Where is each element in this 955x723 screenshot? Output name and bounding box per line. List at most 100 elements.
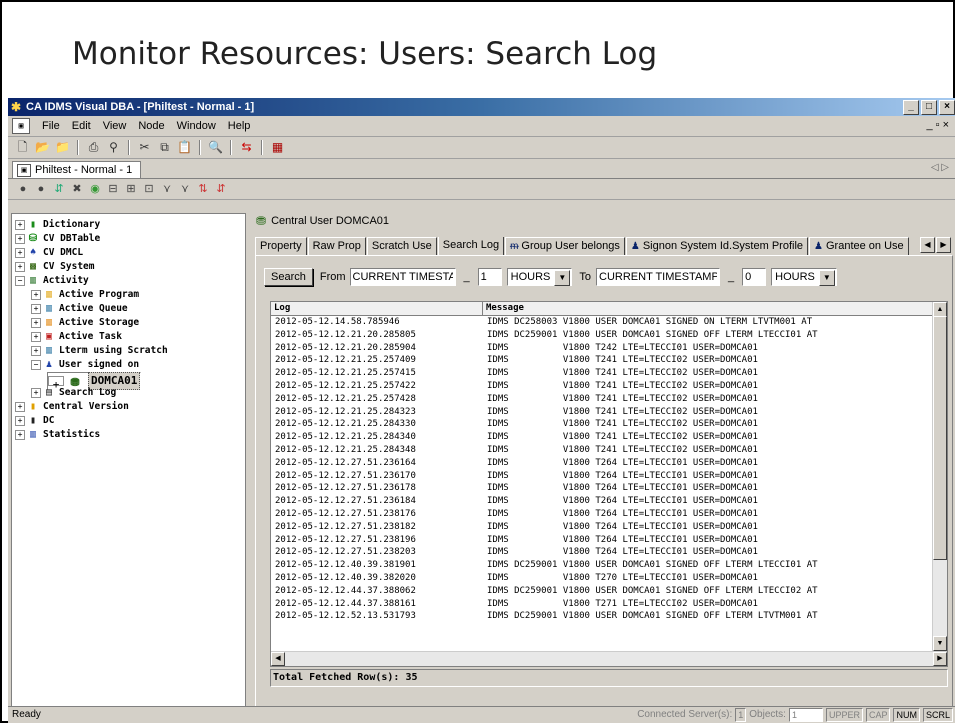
monitor-icon[interactable]: ◉ [88,182,102,196]
scroll-left-icon[interactable]: ◀ [271,652,285,666]
expand-toggle[interactable]: + [15,220,25,230]
tree-node-activity[interactable]: − ▥ Activity [15,274,89,288]
table-row[interactable]: 2012-05-12.12.40.39.382020 IDMS V1800 T27… [271,572,947,585]
table-row[interactable]: 2012-05-12.12.21.20.285805 IDMS DC259001 … [271,329,947,342]
table-row[interactable]: 2012-05-12.12.44.37.388161 IDMS V1800 T27… [271,598,947,611]
tab-scroll-arrows[interactable]: ◁ ▷ [931,162,949,173]
menu-view[interactable]: View [97,120,133,132]
horizontal-scrollbar[interactable]: ◀ ▶ [271,651,947,666]
refresh-icon[interactable]: ⇵ [52,182,66,196]
table-row[interactable]: 2012-05-12.12.21.25.257415 IDMS V1800 T24… [271,367,947,380]
tree-node-dc[interactable]: + ▮ DC [15,414,54,428]
grid-icon[interactable]: ▦ [269,139,286,156]
table-row[interactable]: 2012-05-12.12.27.51.236178 IDMS V1800 T26… [271,482,947,495]
dropdown-arrow-icon[interactable]: ▼ [554,270,571,286]
open-recent-icon[interactable]: 📁 [54,139,71,156]
menu-node[interactable]: Node [132,120,170,132]
table-row[interactable]: 2012-05-12.12.21.25.257409 IDMS V1800 T24… [271,354,947,367]
expand-toggle[interactable]: + [48,376,64,391]
table-row[interactable]: 2012-05-12.12.27.51.236170 IDMS V1800 T26… [271,470,947,483]
find-icon[interactable]: 🔍 [207,139,224,156]
copy-icon[interactable]: ⧉ [156,139,173,156]
table-row[interactable]: 2012-05-12.12.21.25.284323 IDMS V1800 T24… [271,406,947,419]
connect-icon[interactable]: ⇆ [238,139,255,156]
document-tab[interactable]: ▣ Philtest - Normal - 1 [12,161,142,178]
layout-icon[interactable]: ⊡ [142,182,156,196]
sort-desc-icon[interactable]: ⇵ [214,182,228,196]
tab-raw-prop[interactable]: Raw Prop [307,237,366,255]
expand-toggle[interactable]: + [31,290,41,300]
close-button[interactable]: × [939,100,955,115]
to-unit-select[interactable]: HOURS ▼ [771,268,837,286]
menu-file[interactable]: File [36,120,66,132]
from-quantity-input[interactable] [477,268,502,286]
collapse-toggle[interactable]: − [31,360,41,370]
dropdown-arrow-icon[interactable]: ▼ [818,270,835,286]
column-header-message[interactable]: Message [483,302,937,315]
split-vertical-icon[interactable]: ⊞ [124,182,138,196]
expand-toggle[interactable]: + [31,332,41,342]
back-icon[interactable]: ● [16,182,30,196]
table-row[interactable]: 2012-05-12.12.21.25.257428 IDMS V1800 T24… [271,393,947,406]
table-row[interactable]: 2012-05-12.12.44.37.388062 IDMS DC259001 … [271,585,947,598]
mdi-controls[interactable]: _ ▫ × [926,119,949,131]
menu-help[interactable]: Help [222,120,257,132]
expand-toggle[interactable]: + [31,304,41,314]
cut-icon[interactable]: ✂ [136,139,153,156]
scroll-right-icon[interactable]: ▶ [933,652,947,666]
tree-node-search-log[interactable]: + ▤ Search Log [31,386,116,400]
tree-node-statistics[interactable]: + ▥ Statistics [15,428,100,442]
tree-node-cv-dmcl[interactable]: + ♠ CV DMCL [15,246,83,260]
tab-grantee-on-use[interactable]: ♟ Grantee on Use [809,237,909,255]
tree-node-central-version[interactable]: + ▮ Central Version [15,400,129,414]
tree-node-active-queue[interactable]: + ▥ Active Queue [31,302,128,316]
expand-toggle[interactable]: + [15,402,25,412]
expand-toggle[interactable]: + [15,416,25,426]
table-row[interactable]: 2012-05-12.12.21.25.284330 IDMS V1800 T24… [271,418,947,431]
table-row[interactable]: 2012-05-12.12.27.51.238203 IDMS V1800 T26… [271,546,947,559]
table-row[interactable]: 2012-05-12.12.40.39.381901 IDMS DC259001 … [271,559,947,572]
scroll-up-icon[interactable]: ▲ [933,302,947,317]
table-row[interactable]: 2012-05-12.12.21.20.285904 IDMS V1800 T24… [271,342,947,355]
table-row[interactable]: 2012-05-12.12.27.51.236184 IDMS V1800 T26… [271,495,947,508]
collapse-toggle[interactable]: − [15,276,25,286]
column-header-log[interactable]: Log [271,302,483,315]
split-horizontal-icon[interactable]: ⊟ [106,182,120,196]
table-row[interactable]: 2012-05-12.12.27.51.236164 IDMS V1800 T26… [271,457,947,470]
filter-icon[interactable]: ⋎ [160,182,174,196]
table-row[interactable]: 2012-05-12.12.52.13.531793 IDMS DC259001 … [271,610,947,623]
table-row[interactable]: 2012-05-12.12.21.25.284348 IDMS V1800 T24… [271,444,947,457]
print-icon[interactable]: ⎙ [85,139,102,156]
tab-scratch-use[interactable]: Scratch Use [366,237,437,255]
tab-scroll-left-icon[interactable]: ◀ [920,237,935,253]
search-button[interactable]: Search [264,268,313,286]
vertical-scrollbar[interactable]: ▲ ▼ [932,302,947,651]
tree-node-user-signed-on[interactable]: − ♟ User signed on [31,358,139,372]
tree-node-lterm-scratch[interactable]: + ▥ Lterm using Scratch [31,344,168,358]
window-titlebar[interactable]: ✱ CA IDMS Visual DBA - [Philtest - Norma… [8,98,955,116]
table-row[interactable]: 2012-05-12.12.21.25.257422 IDMS V1800 T24… [271,380,947,393]
open-icon[interactable]: 📂 [34,139,51,156]
tree-node-active-storage[interactable]: + ▥ Active Storage [31,316,139,330]
tree-node-cv-system[interactable]: + ▩ CV System [15,260,94,274]
new-icon[interactable]: 🗋 [14,139,31,156]
expand-toggle[interactable]: + [15,262,25,272]
expand-toggle[interactable]: + [31,318,41,328]
expand-toggle[interactable]: + [31,346,41,356]
tree-node-active-task[interactable]: + ▣ Active Task [31,330,122,344]
tab-group-user-belongs[interactable]: ᵯ Group User belongs [505,237,625,255]
to-timestamp-input[interactable] [596,268,721,286]
tab-scroll-right-icon[interactable]: ▶ [936,237,951,253]
menu-edit[interactable]: Edit [66,120,97,132]
stop-icon[interactable]: ✖ [70,182,84,196]
document-icon[interactable]: ▣ [12,118,30,134]
tab-property[interactable]: Property [255,237,307,255]
table-row[interactable]: 2012-05-12.12.27.51.238196 IDMS V1800 T26… [271,534,947,547]
sort-icon[interactable]: ⇅ [196,182,210,196]
from-unit-select[interactable]: HOURS ▼ [506,268,573,286]
expand-toggle[interactable]: + [15,430,25,440]
scroll-down-icon[interactable]: ▼ [933,636,947,651]
minimize-button[interactable]: _ [903,100,919,115]
table-row[interactable]: 2012-05-12.12.21.25.284340 IDMS V1800 T24… [271,431,947,444]
tree-node-cv-dbtable[interactable]: + ⛁ CV DBTable [15,232,100,246]
